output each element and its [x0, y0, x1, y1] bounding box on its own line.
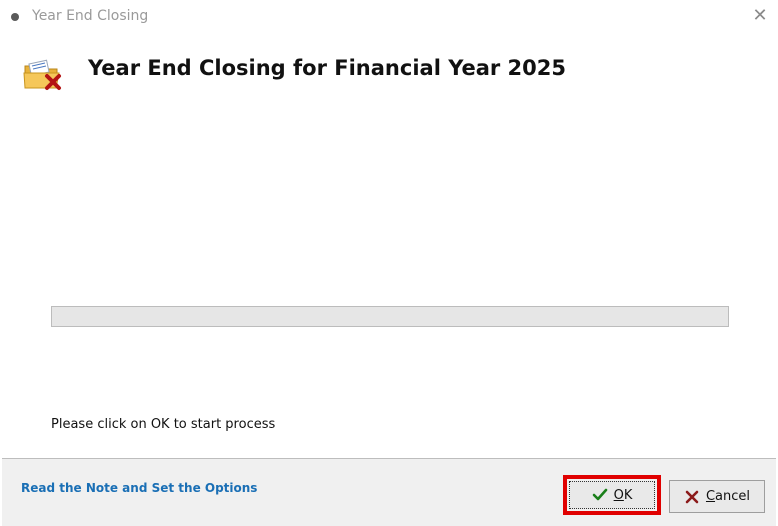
ok-button[interactable]: OK: [569, 481, 655, 509]
title-bar: Year End Closing ✕: [0, 0, 778, 34]
folder-delete-icon: [21, 56, 63, 92]
read-note-link[interactable]: Read the Note and Set the Options: [21, 481, 257, 495]
page-title: Year End Closing for Financial Year 2025: [88, 56, 567, 80]
x-icon: [684, 489, 700, 505]
check-icon: [592, 487, 608, 503]
footer-bar: Read the Note and Set the Options OK Can…: [2, 458, 776, 526]
progress-bar: [51, 306, 729, 327]
close-icon[interactable]: ✕: [749, 5, 771, 27]
cancel-button-label: Cancel: [705, 489, 751, 504]
window-title: Year End Closing: [32, 8, 149, 24]
cancel-button[interactable]: Cancel: [669, 480, 765, 513]
ok-button-label: OK: [613, 487, 633, 503]
app-icon: [11, 13, 19, 21]
status-message: Please click on OK to start process: [51, 417, 276, 432]
